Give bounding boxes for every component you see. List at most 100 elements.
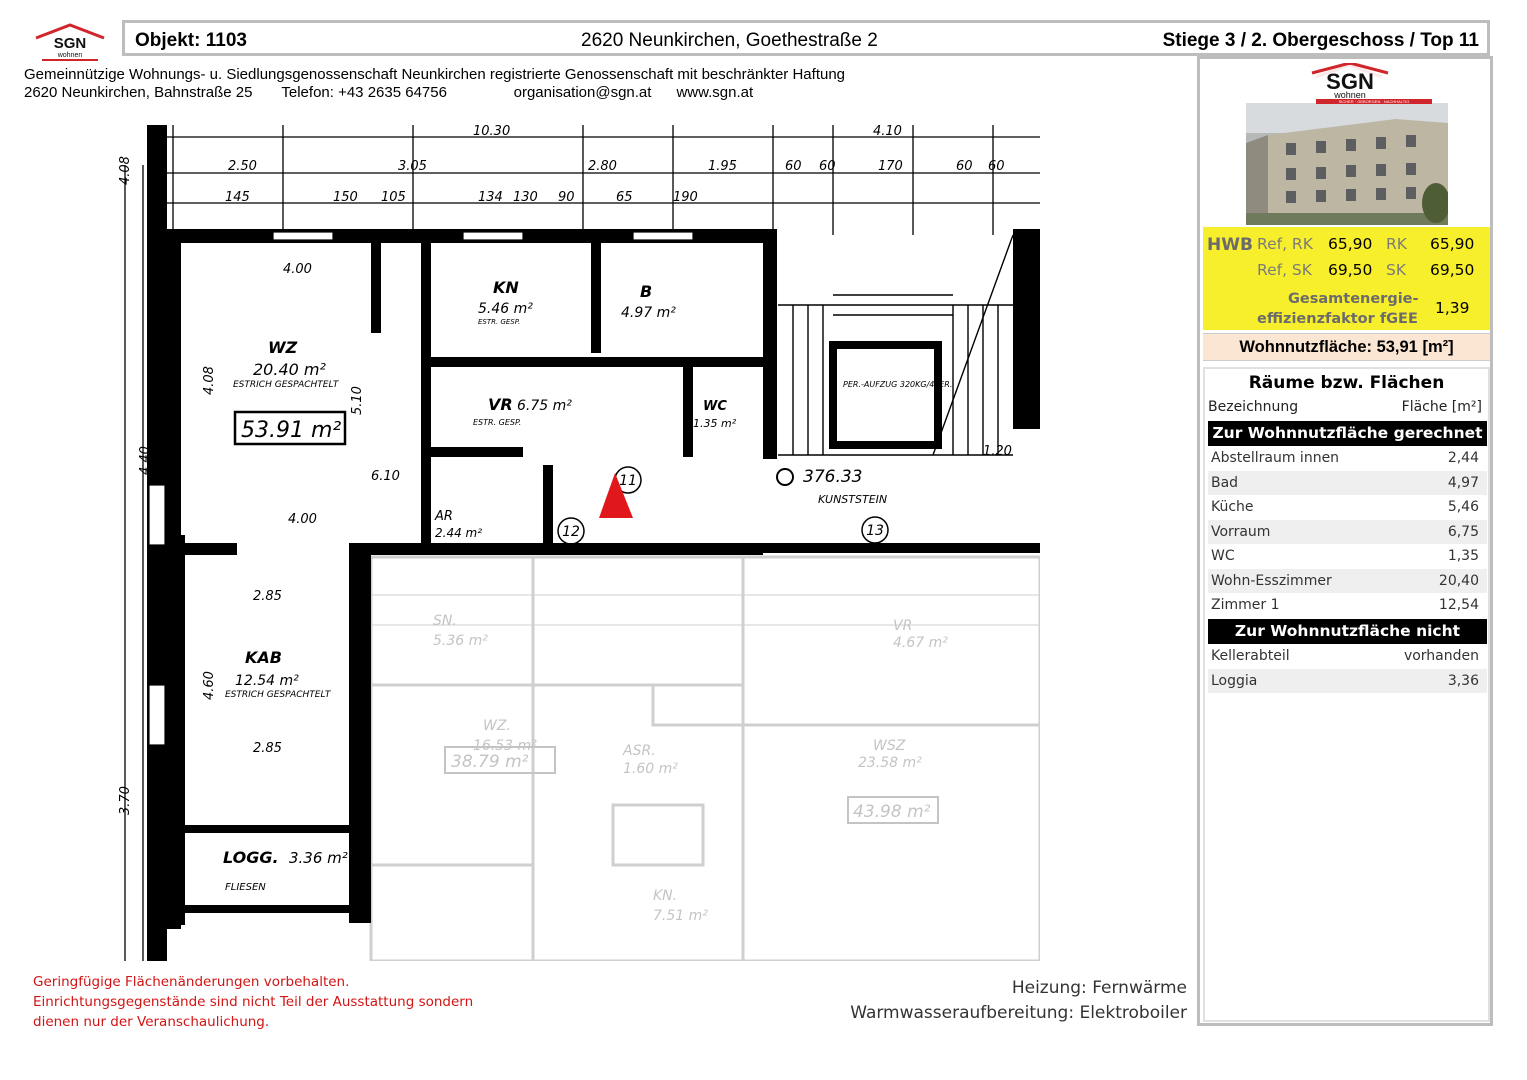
room-name: Küche <box>1211 499 1254 515</box>
info-panel: SGN wohnen SICHER · GEBORGEN · NACHHALTI… <box>1197 56 1493 1026</box>
dim-label: 4.00 <box>288 512 317 527</box>
room-name: WC <box>703 399 727 414</box>
dim-label: 60 <box>819 159 836 174</box>
ghost-room-label: ASR. <box>622 743 656 759</box>
dim-label: 3.70 <box>118 786 133 815</box>
fgee-label: effizienzfaktor fGEE <box>1257 311 1418 327</box>
room-name: B <box>640 282 652 301</box>
ghost-room-area: 4.67 m² <box>893 635 948 651</box>
room-note: ESTRICH GESPACHTELT <box>225 690 332 700</box>
table-row: Kellerabteil vorhanden <box>1208 644 1487 669</box>
ghost-room-label: SN. <box>433 613 457 629</box>
table-row: Loggia 3,36 <box>1208 668 1487 693</box>
unit-location: Stiege 3 / 2. Obergeschoss / Top 11 <box>1162 30 1479 51</box>
dim-label: 2.85 <box>253 589 282 604</box>
dim-label: 60 <box>785 159 802 174</box>
room-area: 5.46 m² <box>478 301 533 317</box>
disclaimer: Geringfügige Flächenänderungen vorbehalt… <box>33 972 473 1032</box>
ghost-room-area: 7.51 m² <box>653 908 708 924</box>
room-area: 1.35 m² <box>693 417 737 430</box>
hwb-key: Ref, SK <box>1257 261 1312 279</box>
room-name: WC <box>1211 548 1235 564</box>
living-area-total: Wohnnutzfläche: 53,91 [m²] <box>1203 333 1490 361</box>
table-row: Abstellraum innen 2,44 <box>1208 446 1487 471</box>
dim-label: 2.50 <box>228 159 257 174</box>
organisation-contact: 2620 Neunkirchen, Bahnstraße 25 Telefon:… <box>24 84 754 101</box>
room-area: 12.54 m² <box>235 673 299 689</box>
room-area: 2,44 <box>1447 450 1479 466</box>
room-name: KAB <box>245 648 282 667</box>
section-header-excluded: Zur Wohnnutzfläche nicht gerechnet <box>1208 619 1487 665</box>
room-note: ESTR. GESP. <box>478 318 520 326</box>
disclaimer-line: Einrichtungsgegenstände sind nicht Teil … <box>33 994 474 1010</box>
column-header-area: Fläche [m²] <box>1401 399 1482 415</box>
stair-number: 12 <box>562 524 580 540</box>
column-header-name: Bezeichnung <box>1208 399 1299 415</box>
dim-label: 4.10 <box>873 125 902 139</box>
room-area: 12,54 <box>1438 597 1479 613</box>
room-name: AR <box>434 509 453 524</box>
ghost-total-box: 38.79 m² <box>451 752 529 772</box>
dim-label: 145 <box>225 190 250 205</box>
stair-number: 13 <box>866 523 884 539</box>
room-name: Abstellraum innen <box>1211 450 1340 466</box>
disclaimer-line: dienen nur der Veranschaulichung. <box>33 1014 270 1030</box>
dim-label: 90 <box>558 190 575 205</box>
table-row: Küche 5,46 <box>1208 495 1487 520</box>
room-name: Vorraum <box>1211 523 1271 540</box>
ghost-total-box: 43.98 m² <box>853 802 931 822</box>
ghost-room-label: VR <box>893 618 912 634</box>
room-note: ESTRICH GESPACHTELT <box>233 380 340 390</box>
dim-label: 190 <box>673 190 698 205</box>
sgn-logo: SGN wohnen <box>35 23 105 61</box>
room-area: 6,75 <box>1447 523 1479 540</box>
dim-label: 4.00 <box>283 262 312 277</box>
room-name: LOGG. <box>223 848 279 867</box>
table-row: Bad 4,97 <box>1208 470 1487 495</box>
dim-label: 6.10 <box>371 469 400 484</box>
dim-label: 134 <box>478 190 503 205</box>
floor-plan: SN. 5.36 m² WZ. 16.53 m² VR 4.67 m² WSZ … <box>113 125 1040 961</box>
hwb-value: 65,90 <box>1430 235 1475 253</box>
total-area: 53.91 m² <box>241 418 341 443</box>
objekt-number: Objekt: 1103 <box>135 30 247 51</box>
stair-number: 11 <box>619 473 637 489</box>
dim-label: 2.85 <box>253 741 282 756</box>
table-row: Wohn-Esszimmer 20,40 <box>1208 568 1487 593</box>
room-name: Kellerabteil <box>1211 648 1290 664</box>
hwb-value: 69,50 <box>1328 261 1373 279</box>
heating-type: Heizung: Fernwärme <box>1011 978 1187 998</box>
room-note: ESTR. GESP. <box>473 418 521 427</box>
table-row: Zimmer 1 12,54 <box>1208 593 1487 618</box>
level-value: 376.33 <box>803 467 862 487</box>
logo-text: SGN <box>54 35 87 52</box>
ghost-room-label: WSZ <box>873 738 906 754</box>
room-area: 3.36 m² <box>289 849 348 867</box>
hwb-key: SK <box>1386 261 1407 279</box>
room-name: Bad <box>1211 474 1239 491</box>
table-row: Vorraum 6,75 <box>1208 519 1487 544</box>
ghost-room-area: 23.58 m² <box>858 755 922 771</box>
rooms-table-title: Räume bzw. Flächen <box>1248 373 1445 393</box>
hwb-key: Ref, RK <box>1257 235 1313 253</box>
object-address: 2620 Neunkirchen, Goethestraße 2 <box>581 30 878 51</box>
room-area: 4,97 <box>1447 474 1479 491</box>
room-area: 2.44 m² <box>435 526 482 540</box>
dim-label: 150 <box>333 190 358 205</box>
elevator-label: PER.-AUFZUG 320KG/4PER. <box>843 380 952 389</box>
room-name: KN <box>493 278 519 297</box>
room-name: VR <box>488 395 513 414</box>
ghost-room-label: WZ. <box>483 718 511 734</box>
fgee-value: 1,39 <box>1435 299 1470 317</box>
dim-label: 4.08 <box>118 156 133 185</box>
dim-label: 4.60 <box>202 671 217 700</box>
room-area: 20,40 <box>1438 572 1479 589</box>
dim-label: 60 <box>988 159 1005 174</box>
table-row: WC 1,35 <box>1208 544 1487 569</box>
dim-label: 65 <box>616 190 633 205</box>
hwb-label: HWB <box>1207 235 1253 255</box>
dim-label: 3.05 <box>398 159 427 174</box>
ghost-room-area: 5.36 m² <box>433 633 488 649</box>
dim-label: 4.08 <box>202 366 217 395</box>
room-area: 4.97 m² <box>621 305 676 321</box>
